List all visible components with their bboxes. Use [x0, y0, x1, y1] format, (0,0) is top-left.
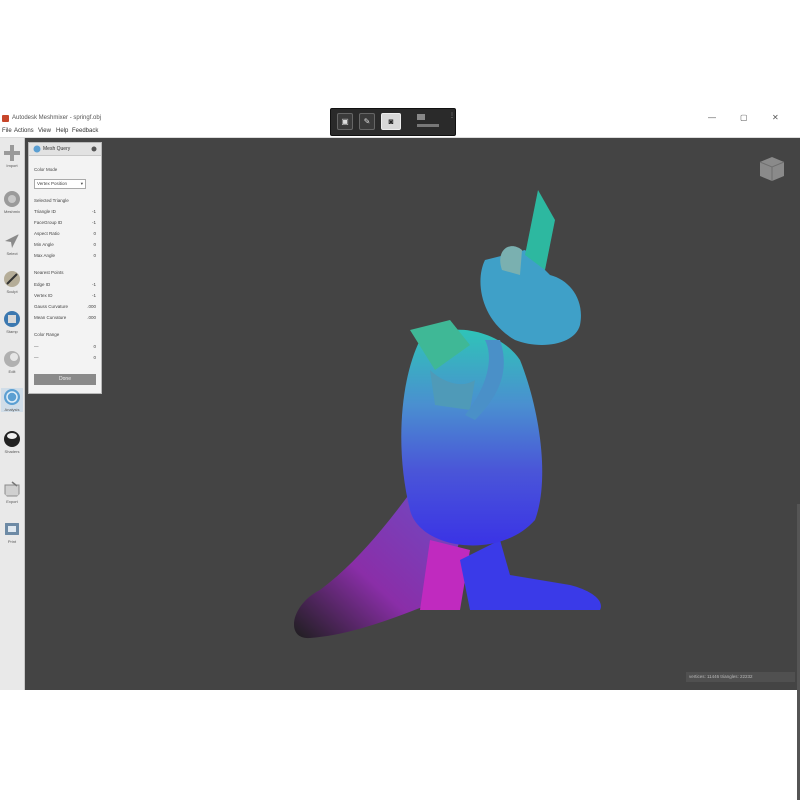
- shaders-icon: [4, 431, 20, 447]
- field-label: Triangle ID: [34, 209, 56, 214]
- field-value: 0: [93, 231, 96, 236]
- chevron-down-icon: ▾: [80, 181, 83, 186]
- menu-file[interactable]: File: [2, 128, 12, 134]
- export-icon: [4, 481, 20, 497]
- field-label: Gauss Curvature: [34, 304, 69, 309]
- field-value: -1: [91, 220, 96, 225]
- status-bar: vertices: 11446 triangles: 22232: [686, 672, 795, 682]
- volume-slider[interactable]: [417, 124, 439, 127]
- tool-edit[interactable]: Edit: [1, 350, 23, 374]
- analysis-icon: [4, 389, 20, 405]
- sculpt-icon: [4, 271, 20, 287]
- tool-label: Print: [7, 539, 17, 544]
- field-value: 0: [93, 355, 96, 360]
- field-value: -1: [91, 293, 96, 298]
- tool-analysis[interactable]: Analysis: [1, 388, 23, 412]
- panel-header: Mesh Query: [29, 143, 101, 156]
- import-icon: [4, 145, 20, 161]
- left-toolbar: Import Meshmix Select Sculpt Stamp Edit …: [0, 138, 25, 690]
- field-value: 0: [93, 242, 96, 247]
- menu-view[interactable]: View: [38, 128, 51, 134]
- camera-icon[interactable]: ◙: [381, 113, 401, 130]
- field-value: -1: [91, 209, 96, 214]
- field-value: 0: [93, 253, 96, 258]
- field-label: —: [34, 344, 39, 349]
- field-value: 0: [93, 344, 96, 349]
- tool-label: Select: [6, 251, 18, 256]
- minimize-button[interactable]: —: [708, 113, 716, 122]
- field-label: Vertex ID: [34, 293, 53, 298]
- meshmix-icon: [4, 191, 20, 207]
- settings-icon[interactable]: [91, 146, 97, 152]
- print-icon: [5, 523, 19, 535]
- tool-sculpt[interactable]: Sculpt: [1, 270, 23, 294]
- section-selected-triangle: Selected Triangle: [34, 198, 69, 203]
- restore-button[interactable]: ▢: [740, 113, 748, 122]
- floating-toolbar: ▣ ✎ ◙ ⋮: [330, 108, 456, 136]
- window-title: Autodesk Meshmixer - springf.obj: [12, 115, 102, 121]
- pen-icon[interactable]: ✎: [359, 113, 375, 130]
- field-label: FaceGroup ID: [34, 220, 63, 225]
- section-color-range: Color Range: [34, 332, 60, 337]
- tool-label: Analysis: [4, 407, 20, 412]
- menu-feedback[interactable]: Feedback: [72, 128, 98, 134]
- field-label: Aspect Ratio: [34, 231, 60, 236]
- field-value: .000: [87, 304, 96, 309]
- field-value: -1: [91, 282, 96, 287]
- view-cube[interactable]: [757, 154, 787, 184]
- done-button[interactable]: Done: [34, 374, 96, 385]
- tool-meshmix[interactable]: Meshmix: [1, 190, 23, 214]
- tool-print[interactable]: Print: [1, 520, 23, 544]
- tool-export[interactable]: Export: [1, 480, 23, 504]
- more-icon[interactable]: ⋮: [449, 112, 455, 119]
- tool-label: Import: [6, 163, 18, 168]
- field-value: .000: [87, 315, 96, 320]
- tool-import[interactable]: Import: [1, 144, 23, 168]
- field-label: Min Angle: [34, 242, 54, 247]
- select-icon: [5, 234, 19, 248]
- section-nearest-points: Nearest Points: [34, 270, 64, 275]
- field-label: Mean Curvature: [34, 315, 67, 320]
- app-logo-icon: [2, 115, 9, 122]
- tool-label: Stamp: [6, 329, 18, 334]
- tool-select[interactable]: Select: [1, 232, 23, 256]
- menu-actions[interactable]: Actions: [14, 128, 34, 134]
- tool-label: Shaders: [4, 449, 20, 454]
- analysis-icon: [33, 145, 41, 153]
- edit-icon: [4, 351, 20, 367]
- field-label: Edge ID: [34, 282, 51, 287]
- tool-label: Export: [6, 499, 18, 504]
- stamp-icon: [4, 311, 20, 327]
- kangaroo-mesh-model[interactable]: [270, 180, 610, 650]
- menu-help[interactable]: Help: [56, 128, 68, 134]
- tool-label: Sculpt: [6, 289, 18, 294]
- record-icon[interactable]: [417, 114, 425, 120]
- tool-shaders[interactable]: Shaders: [1, 430, 23, 454]
- tool-label: Edit: [8, 369, 16, 374]
- field-label: Max Angle: [34, 253, 56, 258]
- color-mode-label: Color Mode: [34, 167, 58, 172]
- color-mode-dropdown[interactable]: Vertex Position ▾: [34, 179, 86, 189]
- tool-stamp[interactable]: Stamp: [1, 310, 23, 334]
- panel-title: Mesh Query: [43, 146, 71, 152]
- close-button[interactable]: ✕: [772, 113, 779, 122]
- field-label: —: [34, 355, 39, 360]
- color-mode-value: Vertex Position: [37, 181, 68, 186]
- tool-label: Meshmix: [3, 209, 20, 214]
- mesh-query-panel: Mesh Query Color Mode Vertex Position ▾ …: [28, 142, 102, 394]
- monitor-icon[interactable]: ▣: [337, 113, 353, 130]
